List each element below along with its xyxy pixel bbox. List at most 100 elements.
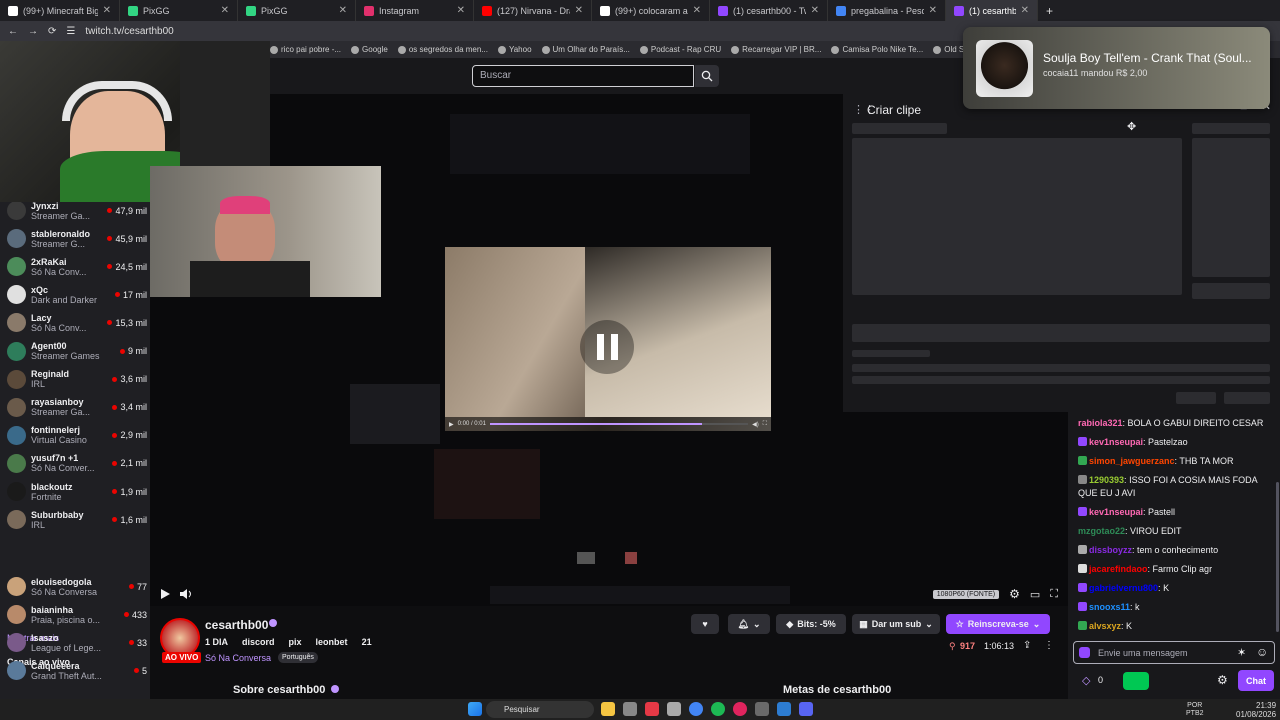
bookmark-item[interactable]: os segredos da men... (397, 45, 488, 54)
chat-username[interactable]: snooxs11 (1089, 602, 1130, 612)
browser-tab[interactable]: PixGG ✕ (120, 0, 238, 21)
share-icon[interactable]: ⇪ (1023, 640, 1031, 651)
clock[interactable]: 21:39 01/08/2026 (1236, 701, 1276, 719)
chrome-icon[interactable] (689, 702, 703, 716)
clip-video[interactable]: ▶ 0:00 / 0:01 ◀) ⛶ (445, 247, 771, 431)
app-icon[interactable] (733, 702, 747, 716)
chat-username[interactable]: simon_jawguerzanc (1089, 456, 1175, 466)
sidebar-channel[interactable]: baianinha Praia, piscina o... 433 (7, 601, 147, 628)
more-options-icon[interactable]: ⋮ (1044, 640, 1054, 651)
bookmark-item[interactable]: Camisa Polo Nike Te... (831, 45, 923, 54)
pause-button[interactable] (580, 320, 634, 374)
spotify-icon[interactable] (711, 702, 725, 716)
chat-username[interactable]: alvsxyz (1089, 621, 1121, 631)
media-notification[interactable]: Soulja Boy Tell'em - Crank That (Soul...… (963, 27, 1270, 109)
chat-identity-icon[interactable] (1079, 647, 1090, 658)
sidebar-channel[interactable]: elouisedogola Só Na Conversa 77 (7, 573, 147, 600)
gift-sub-button[interactable]: ▦ Dar um sub ⌄ (852, 614, 940, 634)
sidebar-channel[interactable]: rayasianboy Streamer Ga... 3,4 mil (7, 394, 147, 421)
tab-close-icon[interactable]: ✕ (103, 5, 111, 16)
chat-scrollbar[interactable] (1276, 482, 1279, 632)
browser-tab[interactable]: PixGG ✕ (238, 0, 356, 21)
sidebar-channel[interactable]: blackoutz Fortnite 1,9 mil (7, 478, 147, 505)
sidebar-channel[interactable]: Agent00 Streamer Games 9 mil (7, 338, 147, 365)
sidebar-channel[interactable]: yusuf7n +1 Só Na Conver... 2,1 mil (7, 450, 147, 477)
chat-username[interactable]: dissboyzz (1089, 545, 1132, 555)
tab-close-icon[interactable]: ✕ (221, 5, 229, 16)
tab-close-icon[interactable]: ✕ (339, 5, 347, 16)
browser-tab[interactable]: pregabalina - Pesquisa Google ✕ (828, 0, 946, 21)
sidebar-channel[interactable]: Lacy Só Na Conv... 15,3 mil (7, 309, 147, 336)
volume-icon[interactable] (180, 589, 192, 599)
sidebar-channel[interactable]: Reginald IRL 3,6 mil (7, 366, 147, 393)
forward-icon[interactable]: → (28, 26, 38, 37)
follow-button[interactable]: ♥ (691, 614, 719, 634)
discord-icon[interactable] (799, 702, 813, 716)
category-link[interactable]: Só Na Conversa (205, 653, 271, 663)
app-icon[interactable] (623, 702, 637, 716)
clip-progress-bar[interactable] (489, 423, 749, 425)
search-input[interactable]: Buscar (472, 65, 694, 87)
clip-fullscreen-icon[interactable]: ⛶ (763, 421, 767, 428)
channel-points-icon[interactable]: ◇ (1082, 674, 1090, 687)
chat-input[interactable]: Envie uma mensagem ✶ ☺ (1073, 641, 1275, 664)
new-tab-button[interactable]: + (1038, 4, 1053, 18)
points-reward-button[interactable] (1123, 672, 1149, 690)
tab-close-icon[interactable]: ✕ (1021, 5, 1029, 16)
browser-tab[interactable]: (99+) colocaram a msc do koshi ✕ (592, 0, 710, 21)
chat-username[interactable]: kev1nseupai (1089, 437, 1143, 447)
chat-settings-icon[interactable]: ⚙ (1217, 673, 1228, 687)
channel-name[interactable]: cesarthb00 (205, 618, 268, 632)
browser-tab[interactable]: (127) Nirvana - Drain You (Audi ✕ (474, 0, 592, 21)
bookmark-item[interactable]: Podcast - Rap CRU (639, 45, 721, 54)
tab-close-icon[interactable]: ✕ (929, 5, 937, 16)
chat-username[interactable]: rabiola321 (1078, 418, 1123, 428)
bookmark-item[interactable]: Yahoo (497, 45, 532, 54)
back-icon[interactable]: ← (8, 26, 18, 37)
play-icon[interactable] (160, 589, 170, 599)
browser-tab[interactable]: (1) cesarthb00 - Twitch ✕ (946, 0, 1038, 21)
sidebar-channel[interactable]: fontinnelerj Virtual Casino 2,9 mil (7, 422, 147, 449)
start-icon[interactable] (468, 702, 482, 716)
move-icon[interactable]: ✥ (1127, 120, 1136, 133)
chat-send-button[interactable]: Chat (1238, 670, 1274, 691)
url-field[interactable]: twitch.tv/cesarthb00 (85, 26, 173, 37)
chat-username[interactable]: mzgotao22 (1078, 526, 1125, 536)
tab-close-icon[interactable]: ✕ (811, 5, 819, 16)
clip-volume-icon[interactable]: ◀) (752, 421, 759, 428)
app-icon[interactable] (755, 702, 769, 716)
file-explorer-icon[interactable] (601, 702, 615, 716)
bits-cheer-icon[interactable]: ✶ (1237, 646, 1246, 659)
app-icon[interactable] (777, 702, 791, 716)
resubscribe-button[interactable]: ☆ Reinscreva-se ⌄ (946, 614, 1050, 634)
settings-icon[interactable]: ⚙ (1009, 587, 1020, 601)
bookmark-item[interactable]: Um Olhar do Paraís... (541, 45, 630, 54)
reload-icon[interactable]: ⟳ (48, 26, 56, 37)
chat-username[interactable]: 1290393 (1089, 475, 1124, 485)
tab-close-icon[interactable]: ✕ (693, 5, 701, 16)
sidebar-channel[interactable]: stableronaldo Streamer G... 45,9 mil (7, 225, 147, 252)
theatre-mode-icon[interactable]: ▭ (1030, 588, 1040, 601)
browser-tab[interactable]: Instagram ✕ (356, 0, 474, 21)
keyboard-language[interactable]: POR PTB2 (1186, 702, 1204, 718)
chat-username[interactable]: gabrielvernu800 (1089, 583, 1158, 593)
sidebar-channel[interactable]: xQc Dark and Darker 17 mil (7, 281, 147, 308)
browser-tab[interactable]: (1) cesarthb00 - Twitch ✕ (710, 0, 828, 21)
search-button[interactable] (695, 65, 719, 87)
bookmark-item[interactable]: Recarregar VIP | BR... (731, 45, 821, 54)
tab-close-icon[interactable]: ✕ (457, 5, 465, 16)
bits-button[interactable]: ◆ Bits: -5% (776, 614, 846, 634)
sidebar-channel[interactable]: Caiqueeera Grand Theft Aut... 5 (7, 657, 147, 684)
chat-username[interactable]: kev1nseupai (1089, 507, 1143, 517)
app-icon[interactable] (667, 702, 681, 716)
app-icon[interactable] (645, 702, 659, 716)
emote-icon[interactable]: ☺ (1256, 645, 1268, 659)
taskbar-search[interactable]: Pesquisar (486, 701, 594, 718)
language-tag[interactable]: Português (278, 652, 318, 663)
tab-close-icon[interactable]: ✕ (575, 5, 583, 16)
sidebar-channel[interactable]: 2xRaKai Só Na Conv... 24,5 mil (7, 253, 147, 280)
chat-username[interactable]: jacarefindaoo (1089, 564, 1148, 574)
fullscreen-icon[interactable]: ⛶ (1050, 588, 1058, 601)
sidebar-channel[interactable]: Suburbbaby IRL 1,6 mil (7, 506, 147, 533)
bookmark-item[interactable]: Google (351, 45, 388, 54)
